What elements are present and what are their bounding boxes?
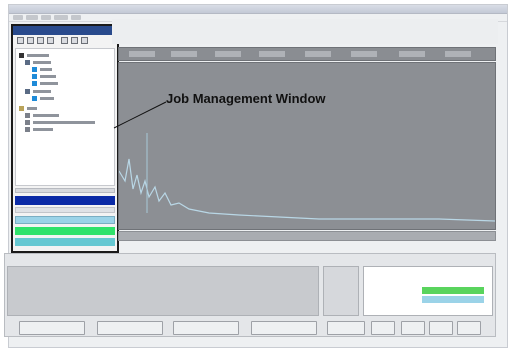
callout-label: Job Management Window xyxy=(166,91,326,106)
callout-leader xyxy=(113,101,167,129)
